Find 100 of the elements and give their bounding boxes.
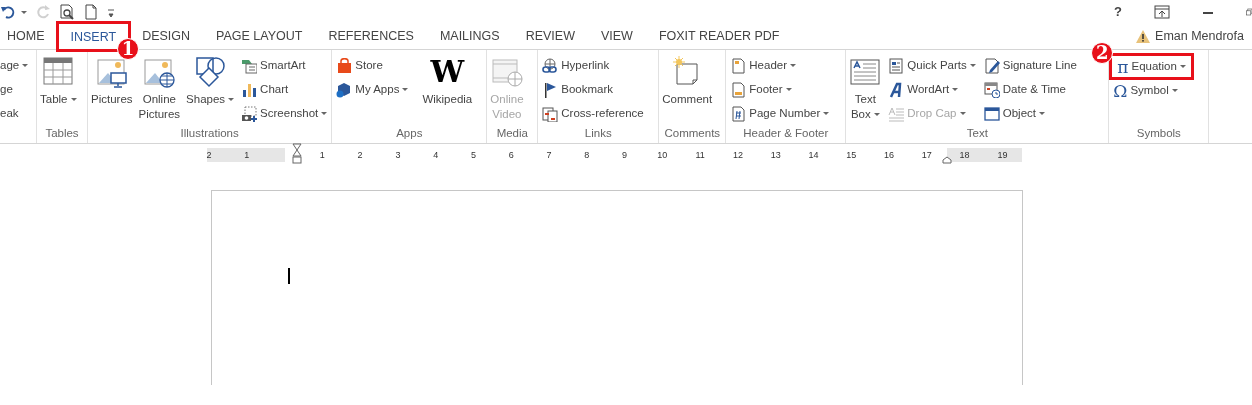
w-logo-icon: W: [430, 56, 465, 88]
ruler-number: 16: [883, 149, 896, 162]
ribbon-tab[interactable]: PAGE LAYOUT: [203, 23, 316, 49]
footer-icon: [730, 81, 747, 98]
text-box-icon: [849, 56, 882, 88]
hyperlink-icon: [542, 57, 559, 74]
shapes-icon: [194, 56, 227, 88]
ribbon-button[interactable]: Signature Line: [981, 54, 1079, 77]
ribbon-button[interactable]: Date & Time: [981, 78, 1079, 101]
group-label: Text: [965, 126, 989, 141]
ruler-number: 11: [694, 149, 706, 162]
ribbon-button[interactable]: Shapes: [185, 54, 236, 125]
group-label: Tables: [44, 126, 80, 141]
ribbon-button[interactable]: SmartArt: [239, 54, 330, 77]
ribbon-button[interactable]: ge: [0, 78, 31, 101]
ruler-number: 13: [769, 149, 782, 162]
ribbon-button[interactable]: Screenshot: [239, 102, 330, 125]
ruler-number: 12: [731, 149, 744, 162]
ribbon-tab[interactable]: VIEW: [587, 23, 646, 49]
ribbon-button[interactable]: WordArt: [886, 78, 978, 101]
quick-parts-icon: [888, 57, 905, 74]
ribbon-tab[interactable]: HOME: [0, 23, 58, 49]
date-time-icon: [983, 81, 1000, 98]
page-number-icon: [730, 105, 747, 122]
group-label: Symbols: [1135, 126, 1182, 141]
ribbon-button[interactable]: Bookmark: [540, 78, 646, 101]
ribbon-button[interactable]: Chart: [239, 78, 330, 101]
ruler-number: 5: [469, 149, 477, 162]
screenshot-icon: [241, 105, 258, 122]
callout-number: 1: [117, 38, 140, 60]
online-pictures-icon: [143, 56, 176, 88]
ruler-number: 19: [996, 149, 1009, 162]
text-cursor: [288, 268, 290, 284]
ruler-number: 18: [958, 149, 971, 162]
ruler-number: 15: [845, 149, 858, 162]
ribbon-button[interactable]: age: [0, 54, 31, 77]
ribbon-button[interactable]: Quick Parts: [886, 54, 978, 77]
ribbon-tab[interactable]: FOXIT READER PDF: [645, 23, 793, 49]
cross-reference-icon: [542, 105, 559, 122]
ribbon-button[interactable]: Store: [334, 54, 421, 77]
account-name[interactable]: Eman Mendrofa: [1155, 26, 1244, 46]
ribbon-button[interactable]: Hyperlink: [540, 54, 646, 77]
ribbon-button[interactable]: Object: [981, 102, 1079, 125]
omega-icon: Ω: [1113, 82, 1128, 99]
callout-number: 2: [1091, 42, 1114, 64]
print-preview-icon: [59, 4, 75, 20]
ruler-number: 1: [243, 149, 251, 162]
drop-cap-icon: [888, 105, 905, 122]
new-document-icon: [83, 4, 99, 20]
redo-icon: [35, 4, 51, 20]
ribbon-tab[interactable]: REVIEW: [512, 23, 588, 49]
table-icon: [42, 56, 75, 88]
smartart-icon: [241, 57, 258, 74]
pictures-icon: [95, 56, 128, 88]
ruler-number: 6: [507, 149, 515, 162]
group-label: Illustrations: [179, 126, 240, 141]
ruler-number: 2: [205, 149, 213, 162]
ruler-number: 2: [356, 149, 364, 162]
ribbon-button[interactable]: Header: [728, 54, 832, 77]
help-button[interactable]: ?: [1110, 1, 1126, 23]
ribbon-button[interactable]: Comment: [661, 54, 714, 125]
ribbon-button[interactable]: eak: [0, 102, 31, 125]
ribbon-tab[interactable]: REFERENCES: [315, 23, 427, 49]
ribbon-display-icon: [1154, 5, 1170, 19]
store-icon: [336, 57, 353, 74]
ribbon-button[interactable]: Table: [39, 54, 78, 125]
signature-line-icon: [983, 57, 1000, 74]
group-label: Links: [583, 126, 613, 141]
ruler-number: 1: [318, 149, 326, 162]
customize-icon: [107, 7, 115, 18]
ruler-number: 7: [545, 149, 553, 162]
ruler-number: 9: [621, 149, 629, 162]
ruler-number: 8: [583, 149, 591, 162]
ribbon-button[interactable]: Footer: [728, 78, 832, 101]
group-label: Media: [495, 126, 529, 141]
right-indent-marker-icon[interactable]: [942, 156, 952, 164]
ruler-number: 17: [920, 149, 933, 162]
apps-icon: [336, 81, 353, 98]
ruler-number: 4: [432, 149, 440, 162]
chart-icon: [241, 81, 258, 98]
ribbon-button[interactable]: Text Box: [848, 54, 883, 125]
ruler-number: 14: [807, 149, 820, 162]
group-label: Header & Footer: [742, 126, 830, 141]
group-label: Apps: [395, 126, 424, 141]
online-video-icon: [490, 56, 523, 88]
undo-icon: [0, 4, 16, 20]
object-icon: [983, 105, 1000, 122]
ribbon-button[interactable]: Page Number: [728, 102, 832, 125]
restore-icon: [1246, 6, 1252, 18]
ribbon-button[interactable]: My Apps: [334, 78, 421, 101]
ruler-number: 10: [656, 149, 669, 162]
warning-icon: [1135, 28, 1152, 44]
ribbon-button[interactable]: W Wikipedia: [421, 54, 474, 125]
ribbon-tab[interactable]: MAILINGS: [426, 23, 513, 49]
group-label: Comments: [663, 126, 722, 141]
indent-marker-icon[interactable]: [291, 143, 302, 165]
pi-icon: π: [1117, 58, 1129, 75]
ribbon-button[interactable]: Online Pictures: [137, 54, 182, 125]
ruler-number: 3: [394, 149, 402, 162]
ribbon-button[interactable]: Cross-reference: [540, 102, 646, 125]
